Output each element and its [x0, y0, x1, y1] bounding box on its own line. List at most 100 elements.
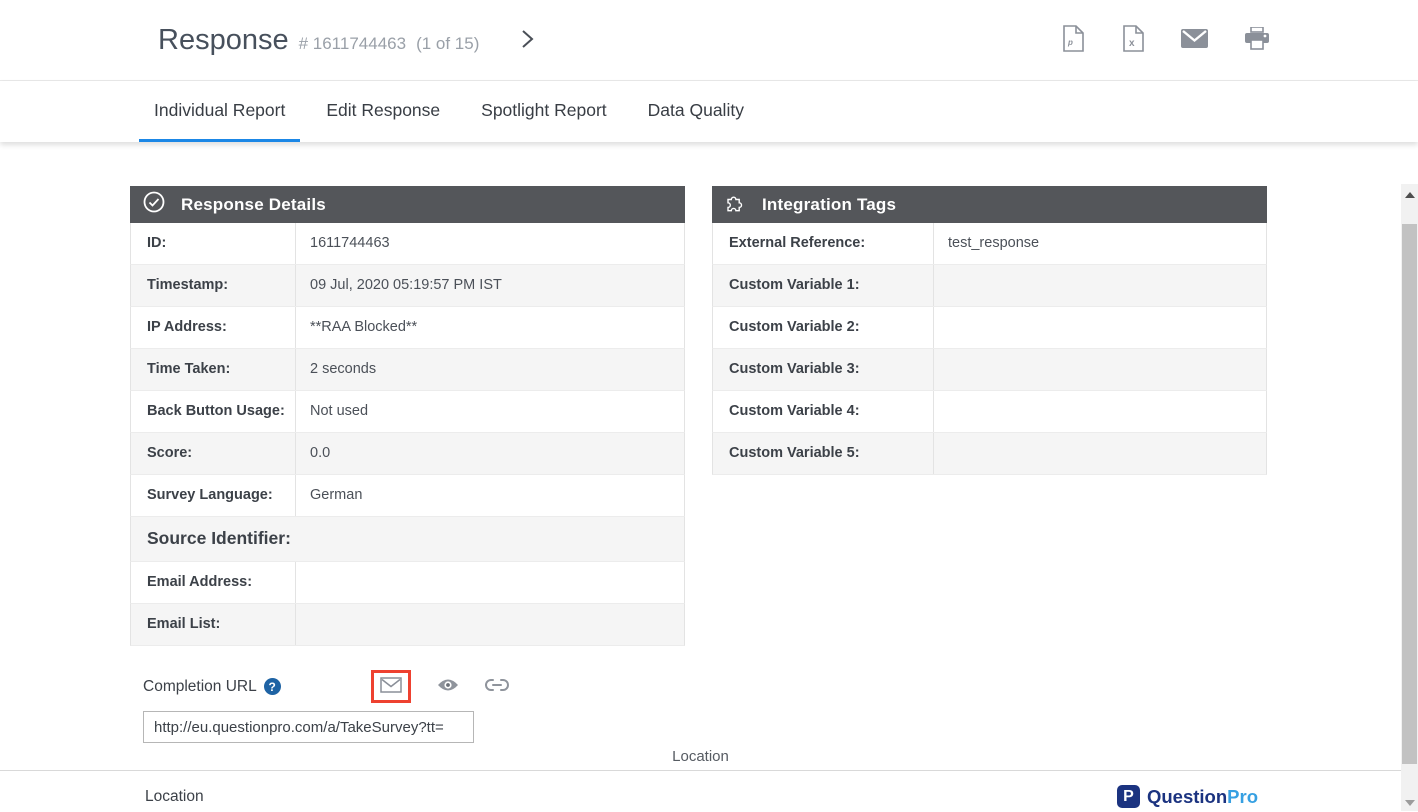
page-title: Response: [158, 24, 289, 57]
table-row: Timestamp: 09 Jul, 2020 05:19:57 PM IST: [130, 265, 685, 307]
row-label: Survey Language:: [131, 475, 296, 516]
table-row: Email Address:: [130, 562, 685, 604]
table-row: Custom Variable 3:: [712, 349, 1267, 391]
completion-url-label: Completion URL: [143, 678, 257, 696]
row-value: [296, 562, 684, 603]
row-value: 09 Jul, 2020 05:19:57 PM IST: [296, 265, 684, 306]
highlight-box: [371, 670, 411, 703]
response-details-header: Response Details: [130, 186, 685, 223]
bottom-row: Location P QuestionPro: [0, 771, 1418, 808]
row-value: 0.0: [296, 433, 684, 474]
integration-tags-panel: Integration Tags External Reference: tes…: [712, 186, 1267, 475]
table-row: Email List:: [130, 604, 685, 646]
row-value: [296, 604, 684, 645]
integration-tags-rows: External Reference: test_response Custom…: [712, 223, 1267, 475]
location-section-heading: Location: [145, 788, 204, 806]
row-value: **RAA Blocked**: [296, 307, 684, 348]
row-label: Custom Variable 5:: [713, 433, 934, 474]
row-label: Email List:: [131, 604, 296, 645]
row-label: Timestamp:: [131, 265, 296, 306]
table-row: Custom Variable 4:: [712, 391, 1267, 433]
envelope-outline-icon: [380, 677, 402, 696]
response-id: # 1611744463: [299, 34, 406, 54]
response-pagination: (1 of 15): [416, 34, 479, 54]
link-icon: [485, 679, 509, 694]
report-content: Response Details ID: 1611744463 Timestam…: [0, 142, 1418, 811]
row-label: Back Button Usage:: [131, 391, 296, 432]
completion-url-block: Completion URL ?: [143, 670, 1418, 743]
scrollbar-thumb[interactable]: [1402, 224, 1417, 764]
table-row: IP Address: **RAA Blocked**: [130, 307, 685, 349]
location-overlay-label: Location: [0, 748, 1401, 765]
panel-title: Response Details: [181, 195, 326, 215]
export-pdf-button[interactable]: p: [1061, 25, 1085, 55]
row-label: Custom Variable 3:: [713, 349, 934, 390]
table-row: ID: 1611744463: [130, 223, 685, 265]
row-label: Time Taken:: [131, 349, 296, 390]
tab-spotlight-report[interactable]: Spotlight Report: [466, 81, 622, 142]
table-row: Custom Variable 2:: [712, 307, 1267, 349]
svg-text:x: x: [1129, 38, 1135, 49]
report-tab-bar: Individual Report Edit Response Spotligh…: [0, 81, 1418, 142]
section-label: Source Identifier:: [131, 517, 684, 561]
row-label: Email Address:: [131, 562, 296, 603]
svg-text:p: p: [1067, 38, 1073, 47]
questionpro-logo[interactable]: P QuestionPro: [1117, 785, 1258, 808]
row-label: Score:: [131, 433, 296, 474]
row-value: 2 seconds: [296, 349, 684, 390]
panel-title: Integration Tags: [762, 195, 896, 215]
row-value: German: [296, 475, 684, 516]
row-value: [934, 349, 1266, 390]
preview-url-button[interactable]: [437, 678, 459, 695]
questionpro-logo-mark-icon: P: [1117, 785, 1140, 808]
row-value: [934, 433, 1266, 474]
eye-icon: [437, 678, 459, 695]
scroll-up-button[interactable]: [1401, 186, 1418, 203]
export-excel-button[interactable]: x: [1121, 25, 1145, 55]
table-row: Survey Language: German: [130, 475, 685, 517]
envelope-icon: [1181, 29, 1208, 51]
response-details-rows: ID: 1611744463 Timestamp: 09 Jul, 2020 0…: [130, 223, 685, 646]
triangle-down-icon: [1405, 800, 1415, 806]
table-row: Custom Variable 1:: [712, 265, 1267, 307]
row-value: [934, 307, 1266, 348]
table-row: External Reference: test_response: [712, 223, 1267, 265]
vertical-scrollbar[interactable]: [1401, 184, 1418, 811]
email-response-button[interactable]: [1181, 29, 1208, 51]
triangle-up-icon: [1405, 192, 1415, 198]
detail-tables: Response Details ID: 1611744463 Timestam…: [0, 142, 1418, 646]
excel-file-icon: x: [1121, 25, 1145, 55]
help-icon[interactable]: ?: [264, 678, 281, 695]
logo-text-question: Question: [1147, 786, 1227, 807]
chevron-right-icon: [521, 29, 534, 52]
print-button[interactable]: [1244, 27, 1270, 54]
title-wrap: Response # 1611744463 (1 of 15): [158, 24, 479, 57]
tab-edit-response[interactable]: Edit Response: [311, 81, 455, 142]
copy-link-button[interactable]: [485, 679, 509, 694]
integration-tags-header: Integration Tags: [712, 186, 1267, 223]
questionpro-logo-text: QuestionPro: [1147, 786, 1258, 808]
table-section-row: Source Identifier:: [130, 517, 685, 562]
scroll-down-button[interactable]: [1401, 794, 1418, 811]
row-value: Not used: [296, 391, 684, 432]
completion-url-tools: [371, 670, 509, 703]
export-toolbar: p x: [1061, 25, 1270, 55]
row-label: ID:: [131, 223, 296, 264]
row-label: IP Address:: [131, 307, 296, 348]
next-response-button[interactable]: [521, 29, 534, 52]
completion-url-input[interactable]: [143, 711, 474, 743]
printer-icon: [1244, 27, 1270, 54]
tab-individual-report[interactable]: Individual Report: [139, 81, 300, 142]
table-row: Back Button Usage: Not used: [130, 391, 685, 433]
pdf-file-icon: p: [1061, 25, 1085, 55]
tab-data-quality[interactable]: Data Quality: [633, 81, 759, 142]
email-url-button[interactable]: [380, 677, 402, 696]
row-label: External Reference:: [713, 223, 934, 264]
row-label: Custom Variable 1:: [713, 265, 934, 306]
table-row: Custom Variable 5:: [712, 433, 1267, 475]
response-details-panel: Response Details ID: 1611744463 Timestam…: [130, 186, 685, 646]
row-value: [934, 265, 1266, 306]
row-value: [934, 391, 1266, 432]
logo-text-pro: Pro: [1227, 786, 1258, 807]
row-value: test_response: [934, 223, 1266, 264]
